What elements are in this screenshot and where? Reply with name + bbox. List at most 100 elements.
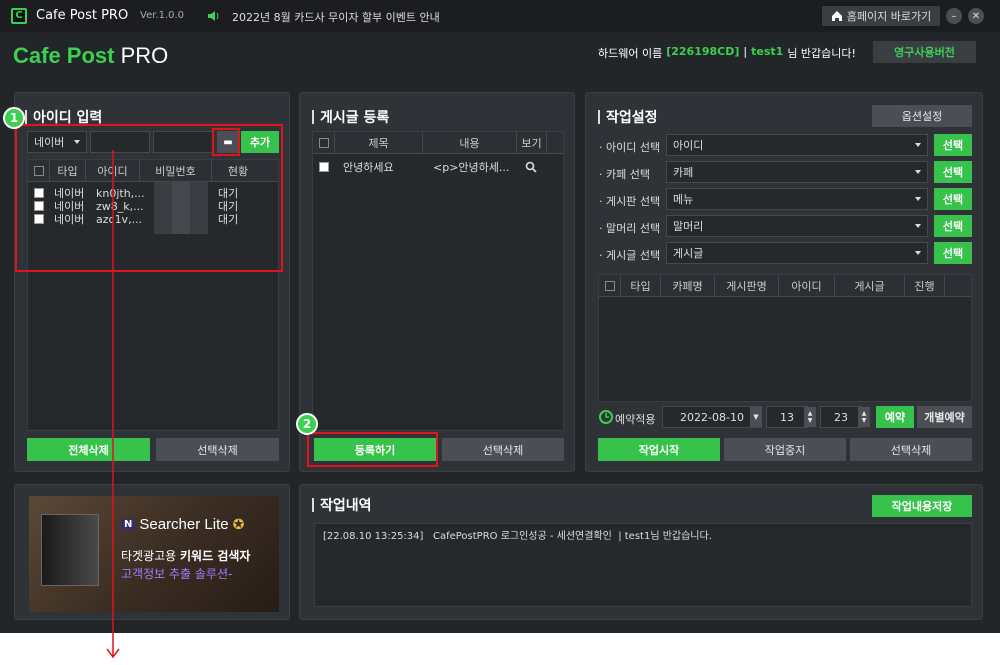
id-select-button[interactable]: 선택 (934, 134, 972, 156)
board-select-value: 메뉴 (673, 193, 694, 206)
log-line: [22.08.10 13:25:34] CafePostPRO 로그인성공 - … (323, 531, 712, 542)
username: test1 (751, 45, 784, 58)
speaker-icon (208, 11, 219, 21)
license-button[interactable]: 영구사용버전 (873, 41, 976, 63)
ad-brand-name: Searcher Lite (139, 516, 229, 533)
individual-reserve-button[interactable]: 개별예약 (917, 406, 972, 428)
homepage-button[interactable]: 홈페이지 바로가기 (822, 6, 940, 26)
reserve-label: 예약적용 (615, 413, 656, 426)
id-select-label: · 아이디 선택 (599, 141, 661, 154)
col-content: 내용 (423, 132, 517, 153)
reserve-button[interactable]: 예약 (876, 406, 914, 428)
row-content: <p>안녕하세... (433, 161, 510, 174)
minute-stepper[interactable]: ▲ ▼ (858, 407, 870, 427)
product-box-image (41, 514, 99, 586)
chevron-down-icon (915, 251, 921, 255)
cafe-select[interactable]: 카페 (666, 161, 928, 183)
col-board-name: 게시판명 (715, 275, 779, 296)
row-checkbox[interactable] (319, 162, 329, 172)
ad-line-1b: 키워드 검색자 (180, 549, 251, 563)
app-window: C Cafe Post PRO Ver.1.0.0 2022년 8월 카드사 무… (0, 0, 1000, 633)
prefix-select[interactable]: 말머리 (666, 215, 928, 237)
chevron-down-icon (915, 170, 921, 174)
task-panel-title: 작업설정 (598, 107, 658, 127)
id-select-value: 아이디 (673, 139, 704, 152)
chevron-down-icon (915, 224, 921, 228)
annotation-box-register (307, 432, 438, 467)
log-area[interactable]: [22.08.10 13:25:34] CafePostPRO 로그인성공 - … (314, 523, 972, 607)
header-logo-main: Cafe Post (13, 43, 115, 68)
reserve-minute[interactable]: 23 (820, 406, 862, 428)
post-select-button[interactable]: 선택 (934, 242, 972, 264)
minimize-icon: – (951, 10, 957, 22)
col-task-type: 타입 (621, 275, 661, 296)
annotation-box-id-input (15, 124, 283, 272)
col-title: 제목 (335, 132, 423, 153)
board-select-button[interactable]: 선택 (934, 188, 972, 210)
log-panel-title: 작업내역 (312, 495, 372, 515)
app-version: Ver.1.0.0 (140, 10, 185, 21)
table-row[interactable]: 안녕하세요 <p>안녕하세... (319, 159, 537, 175)
stop-task-button[interactable]: 작업중지 (724, 438, 846, 461)
step-marker-2: 2 (296, 413, 318, 435)
header-separator: | (743, 45, 748, 58)
col-task-id: 아이디 (779, 275, 835, 296)
post-select[interactable]: 게시글 (666, 242, 928, 264)
greeting: 님 반갑습니다! (787, 47, 856, 60)
start-task-button[interactable]: 작업시작 (598, 438, 720, 461)
post-delete-selected-button[interactable]: 선택삭제 (442, 438, 564, 461)
task-settings-panel: 작업설정 옵션설정 · 아이디 선택 아이디 선택 · 카페 선택 카페 선택 … (585, 92, 983, 472)
post-table: 제목 내용 보기 안녕하세요 <p>안녕하세... (312, 131, 564, 431)
homepage-button-label: 홈페이지 바로가기 (846, 10, 932, 23)
post-select-label: · 게시글 선택 (599, 249, 661, 262)
header-logo-pro: PRO (120, 43, 169, 68)
reserve-date[interactable]: 2022-08-10 (662, 406, 762, 428)
post-table-header: 제목 내용 보기 (313, 132, 563, 154)
board-select-label: · 게시판 선택 (599, 195, 661, 208)
delete-selected-button[interactable]: 선택삭제 (156, 438, 279, 461)
post-select-value: 게시글 (673, 247, 704, 260)
home-icon (831, 11, 842, 21)
chevron-down-icon (915, 143, 921, 147)
ad-panel: N Searcher Lite ✪ 타겟광고용 키워드 검색자 고객정보 추출 … (14, 484, 290, 620)
task-delete-selected-button[interactable]: 선택삭제 (850, 438, 972, 461)
save-log-button[interactable]: 작업내용저장 (872, 495, 972, 517)
reserve-hour[interactable]: 13 (766, 406, 808, 428)
clock-icon (599, 410, 613, 424)
chevron-up-icon: ▲ (807, 410, 813, 417)
reserve-minute-value: 23 (834, 410, 848, 424)
header-logo: Cafe Post PRO (13, 43, 168, 69)
options-button[interactable]: 옵션설정 (872, 105, 972, 127)
annotation-arrow (106, 150, 120, 659)
notice-link[interactable]: 2022년 8월 카드사 무이자 할부 이벤트 안내 (232, 9, 440, 25)
annotation-box-folder (212, 128, 240, 156)
prefix-select-value: 말머리 (673, 220, 704, 233)
cafe-select-value: 카페 (673, 166, 694, 179)
close-button[interactable]: ✕ (968, 8, 984, 24)
post-select-all-checkbox[interactable] (313, 132, 335, 153)
col-cafe-name: 카페명 (661, 275, 715, 296)
hour-stepper[interactable]: ▲ ▼ (804, 407, 816, 427)
minimize-button[interactable]: – (946, 8, 962, 24)
id-select[interactable]: 아이디 (666, 134, 928, 156)
step-marker-1: 1 (3, 107, 25, 129)
post-panel-title: 게시글 등록 (312, 107, 389, 127)
date-dropdown-button[interactable]: ▼ (750, 407, 762, 427)
ad-banner[interactable]: N Searcher Lite ✪ 타겟광고용 키워드 검색자 고객정보 추출 … (29, 496, 279, 612)
id-table-body-area (27, 271, 279, 431)
cafe-select-button[interactable]: 선택 (934, 161, 972, 183)
task-table: 타입 카페명 게시판명 아이디 게시글 진행 (598, 274, 972, 402)
col-task-post: 게시글 (835, 275, 905, 296)
delete-all-button[interactable]: 전체삭제 (27, 438, 150, 461)
board-select[interactable]: 메뉴 (666, 188, 928, 210)
chevron-down-icon: ▼ (753, 413, 759, 421)
col-view: 보기 (517, 132, 547, 153)
chevron-down-icon: ▼ (807, 417, 813, 424)
post-panel: 게시글 등록 제목 내용 보기 안녕하세요 <p>안녕하세... 등록하기 선택삭… (299, 92, 575, 472)
hw-label: 하드웨어 이름 (598, 47, 663, 60)
reserve-date-value: 2022-08-10 (680, 410, 744, 424)
app-name: Cafe Post PRO (36, 8, 129, 23)
task-select-all-checkbox[interactable] (599, 275, 621, 296)
search-icon[interactable] (525, 161, 537, 173)
prefix-select-button[interactable]: 선택 (934, 215, 972, 237)
